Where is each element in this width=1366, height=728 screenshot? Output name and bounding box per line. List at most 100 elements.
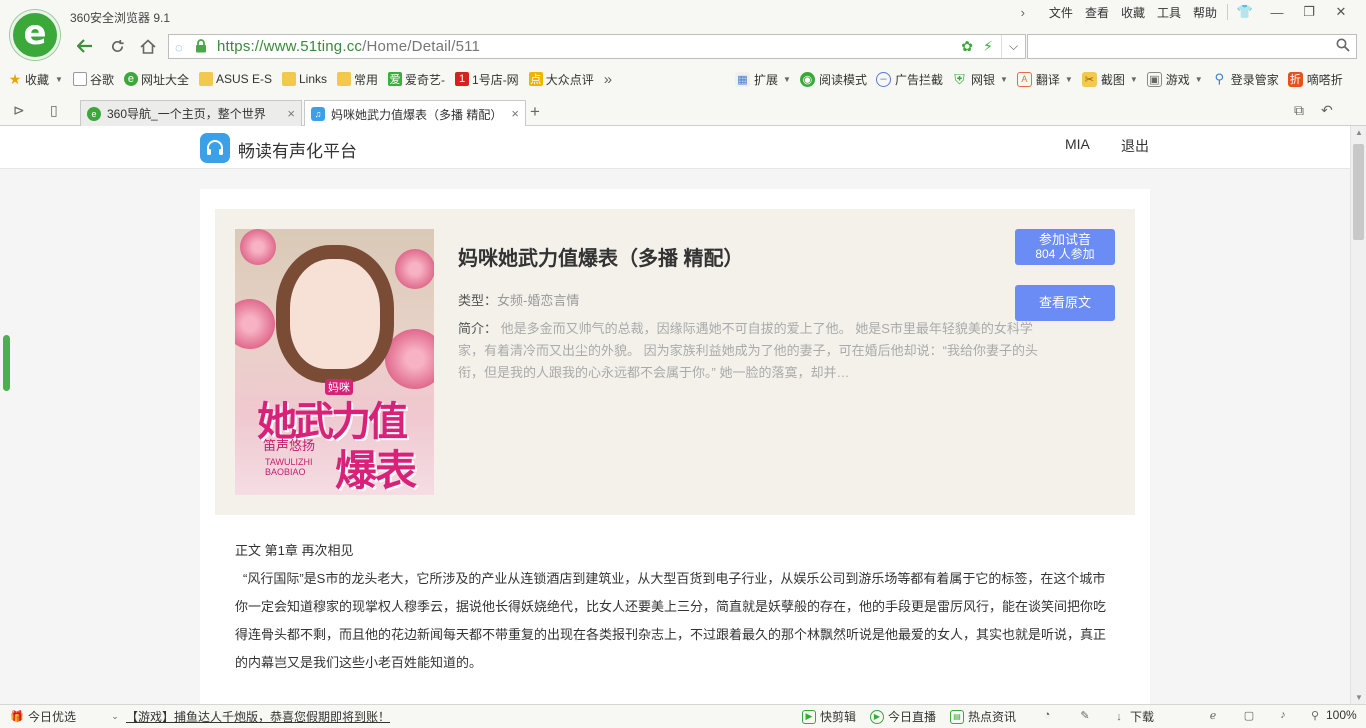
undo-close-icon[interactable]: ↶	[1321, 102, 1333, 119]
search-input[interactable]	[1027, 34, 1357, 59]
status-live[interactable]: ▶ 今日直播	[870, 708, 936, 725]
menu-tools[interactable]: 工具	[1157, 4, 1181, 21]
translate-icon: A	[1016, 71, 1032, 87]
user-name-link[interactable]: MIA	[1065, 136, 1090, 152]
sidebar-drag-handle[interactable]	[3, 335, 10, 391]
tool-screenshot[interactable]: ✂ 截图 ▼	[1081, 71, 1138, 88]
hot-news-label: 热点资讯	[968, 710, 1017, 724]
bookmark-favorites[interactable]: ★ 收藏 ▼	[8, 71, 63, 88]
status-download[interactable]: ↓ 下载	[1112, 708, 1154, 725]
status-tools[interactable]: ✎	[1078, 708, 1096, 722]
search-icon[interactable]	[1336, 38, 1350, 55]
close-window-button[interactable]: ✕	[1326, 4, 1356, 20]
ssl-lock-icon[interactable]	[195, 39, 207, 56]
cover-portrait	[290, 259, 380, 369]
menu-view[interactable]: 查看	[1085, 4, 1109, 21]
tool-extensions[interactable]: ▦ 扩展 ▼	[735, 71, 791, 88]
restore-button[interactable]: ❐	[1294, 4, 1324, 20]
status-quick-clip[interactable]: ▶ 快剪辑	[802, 708, 856, 725]
mobile-icon[interactable]: ▯	[50, 102, 58, 119]
daily-picks-label: 今日优选	[28, 710, 77, 724]
home-icon[interactable]	[135, 34, 161, 58]
skin-icon[interactable]: 👕	[1230, 4, 1260, 20]
tab-bar: ⊳ ▯ e 360导航_一个主页，整个世界 × ♫ 妈咪她武力值爆表（多播 精配…	[0, 98, 1366, 127]
tool-translate[interactable]: A 翻译 ▼	[1016, 71, 1073, 88]
genre-value[interactable]: 女频-婚恋言情	[497, 293, 579, 308]
new-tab-button[interactable]: +	[530, 102, 540, 122]
menu-bar: › 文件 查看 收藏 工具 帮助 👕 — ❐ ✕	[1021, 3, 1356, 21]
close-tab-icon[interactable]: ×	[287, 106, 295, 121]
tool-discount[interactable]: 折嘀嗒折	[1287, 71, 1343, 88]
more-bookmarks-button[interactable]: »	[604, 71, 612, 88]
bookmark-label: 常用	[354, 72, 379, 87]
back-arrow-icon[interactable]	[72, 34, 98, 58]
tool-reader[interactable]: ◉ 阅读模式	[799, 71, 867, 88]
iqiyi-icon: 爱	[388, 72, 403, 86]
tool-login[interactable]: ⚲ 登录管家	[1212, 71, 1278, 88]
folder-icon	[281, 72, 296, 86]
bookmark-label: Links	[298, 72, 327, 86]
bookmark-links[interactable]: Links	[281, 72, 327, 86]
view-original-button[interactable]: 查看原文	[1015, 285, 1115, 321]
news-icon: ▤	[950, 709, 964, 724]
bookmark-hao360[interactable]: e 网址大全	[123, 71, 189, 88]
menu-help[interactable]: 帮助	[1193, 4, 1217, 21]
status-speed[interactable]: ◔	[1040, 708, 1058, 722]
menu-file[interactable]: 文件	[1049, 4, 1073, 21]
tool-label: 网银	[970, 72, 995, 87]
bookmark-yhd[interactable]: 1 1号店-网	[455, 71, 519, 88]
chevron-down-icon: ▼	[1064, 74, 1073, 84]
sidebar-toggle-icon[interactable]: ⊳	[13, 102, 25, 119]
bookmark-label: 大众点评	[545, 72, 594, 87]
tool-bank[interactable]: ⛨ 网银 ▼	[952, 71, 1008, 88]
ie-icon: ℯ	[1209, 709, 1217, 722]
scroll-up-icon[interactable]: ▲	[1355, 128, 1363, 137]
book-synopsis: 简介： 他是多金而又帅气的总裁，因缘际遇她不可自拔的爱上了他。 她是S市里最年轻…	[458, 318, 1038, 384]
page-scrollbar[interactable]: ▲ ▼	[1350, 126, 1366, 704]
browser-logo-icon[interactable]: e	[10, 10, 60, 60]
logout-link[interactable]: 退出	[1121, 136, 1149, 156]
speed-mode-icon[interactable]: ⚡	[983, 38, 993, 55]
status-ie[interactable]: ℯ	[1206, 708, 1224, 722]
address-dropdown-icon[interactable]: ⌵	[1001, 35, 1025, 58]
bookmark-google[interactable]: 谷歌	[72, 71, 114, 88]
bookmark-label: 爱奇艺-	[405, 72, 446, 87]
scrollbar-thumb[interactable]	[1353, 144, 1364, 240]
tool-game[interactable]: ▣ 游戏 ▼	[1146, 71, 1203, 88]
minimize-button[interactable]: —	[1262, 5, 1292, 20]
site-name[interactable]: 畅读有声化平台	[238, 137, 357, 162]
tab-active-book[interactable]: ♫ 妈咪她武力值爆表（多播 精配） ×	[304, 100, 526, 127]
status-hot-news[interactable]: ▤ 热点资讯	[950, 708, 1016, 725]
daily-picks[interactable]: 🎁 今日优选	[10, 708, 76, 725]
menu-expand-icon[interactable]: ›	[1021, 5, 1025, 20]
tool-adblock[interactable]: – 广告拦截	[875, 71, 943, 88]
refresh-icon[interactable]	[104, 34, 130, 58]
360-icon: e	[123, 72, 138, 86]
menu-favorites[interactable]: 收藏	[1121, 4, 1145, 21]
site-header: 畅读有声化平台 MIA 退出	[0, 126, 1350, 169]
cover-pinyin-line2: BAOBIAO	[265, 467, 306, 477]
speaker-icon: ♪	[1280, 709, 1286, 721]
url-text[interactable]: https://www.51ting.cc/Home/Detail/511	[217, 38, 480, 55]
close-tab-icon[interactable]: ×	[511, 106, 519, 121]
headphones-icon[interactable]	[200, 133, 230, 163]
bookmark-iqiyi[interactable]: 爱爱奇艺-	[388, 71, 445, 88]
restore-tabs-icon[interactable]: ⧉	[1294, 102, 1304, 119]
login-icon: ⚲	[1214, 71, 1224, 86]
book-cover-image: 妈咪 她武力值 笛声悠扬 TAWULIZHI BAOBIAO 爆表	[235, 229, 434, 495]
tab-360-nav[interactable]: e 360导航_一个主页，整个世界 ×	[80, 100, 302, 126]
join-audition-button[interactable]: 参加试音 804 人参加	[1015, 229, 1115, 265]
news-ticker[interactable]: ⌄ 【游戏】捕鱼达人千炮版，恭喜您假期即将到账！	[108, 708, 390, 725]
url-path: /Home/Detail/511	[362, 38, 481, 55]
security-shield-icon[interactable]: ✿	[961, 38, 973, 55]
status-zoom[interactable]: ⚲ 100%	[1308, 708, 1357, 722]
status-window[interactable]: ▢	[1242, 708, 1260, 722]
join-audition-label: 参加试音	[1038, 232, 1091, 247]
bookmark-dianping[interactable]: 点大众点评	[528, 71, 594, 88]
scroll-down-icon[interactable]: ▼	[1355, 693, 1363, 702]
live-icon: ▶	[870, 709, 884, 724]
status-sound[interactable]: ♪	[1276, 708, 1294, 722]
address-bar[interactable]: ◌ https://www.51ting.cc/Home/Detail/511 …	[168, 34, 1026, 59]
bookmark-common[interactable]: 常用	[337, 71, 378, 88]
bookmark-asus[interactable]: ASUS E-S	[198, 72, 272, 86]
